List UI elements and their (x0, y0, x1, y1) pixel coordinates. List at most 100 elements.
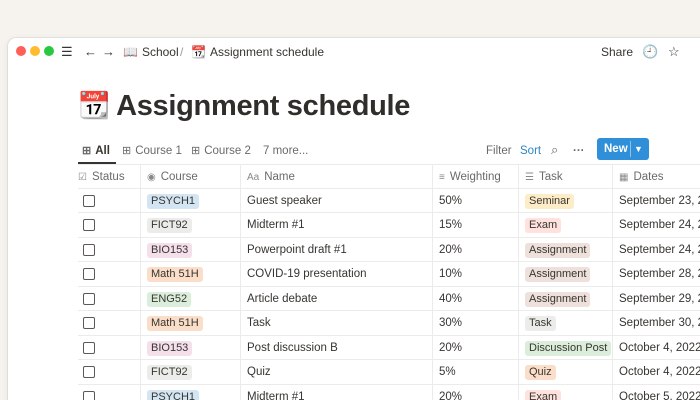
task-cell[interactable]: Exam (518, 384, 612, 400)
weighting-cell[interactable]: 20% (432, 237, 518, 261)
breadcrumb-page[interactable]: 📆 Assignment schedule (191, 44, 324, 60)
list-icon: ☰ (525, 172, 534, 183)
date-cell[interactable]: October 5, 2022 (612, 384, 700, 400)
favorite-star-icon[interactable]: ☆ (668, 44, 680, 60)
weighting-cell[interactable]: 20% (432, 335, 518, 359)
date-cell[interactable]: September 28, 2022 (612, 262, 700, 286)
status-checkbox[interactable] (83, 317, 95, 329)
name-cell[interactable]: Post discussion B (240, 335, 432, 359)
task-cell[interactable]: Assignment (518, 286, 612, 310)
name-cell[interactable]: Midterm #1 (240, 213, 432, 237)
task-cell[interactable]: Assignment (518, 237, 612, 261)
minimize-window-button[interactable] (30, 46, 40, 56)
search-icon[interactable]: ⌕ (551, 141, 558, 159)
status-checkbox[interactable] (83, 366, 95, 378)
status-cell (78, 238, 140, 262)
new-button[interactable]: New ▼ (597, 138, 649, 160)
date-cell[interactable]: September 24, 2022 (612, 213, 700, 237)
table-row[interactable]: Math 51HTask30%TaskSeptember 30, 2022 (78, 311, 700, 336)
column-header-dates[interactable]: ▦ Dates (612, 165, 700, 188)
maximize-window-button[interactable] (44, 46, 54, 56)
status-cell (78, 311, 140, 335)
course-cell[interactable]: ENG52 (140, 286, 240, 310)
table-row[interactable]: FICT92 Quiz 5% Quiz October 4, 2022 (78, 360, 700, 385)
weighting-cell[interactable]: 10% (432, 262, 518, 286)
status-checkbox[interactable] (83, 390, 95, 400)
weighting-cell[interactable]: 15% (432, 213, 518, 237)
tab-course-2[interactable]: ⊞ Course 2 (191, 142, 251, 160)
table-row[interactable]: PSYCH1 Midterm #1 20% Exam October 5, 2022 (78, 384, 700, 400)
name-cell[interactable]: Article debate (240, 286, 432, 310)
column-header-status[interactable]: ☑ Status (78, 165, 140, 188)
name-cell[interactable]: COVID-19 presentation (240, 262, 432, 286)
tab-course-1[interactable]: ⊞ Course 1 (122, 142, 182, 160)
date-cell[interactable]: October 4, 2022 (612, 360, 700, 384)
more-views-button[interactable]: 7 more... (263, 142, 308, 160)
column-header-task[interactable]: ☰ Task (518, 165, 612, 188)
course-cell[interactable]: BIO153 (140, 237, 240, 261)
name-cell[interactable]: Midterm #1 (240, 384, 432, 400)
status-checkbox[interactable] (83, 292, 95, 305)
table-row[interactable]: BIO153 Powerpoint draft #1 20% Assignment Se… (78, 237, 700, 262)
course-tag: Math 51H (147, 267, 203, 282)
course-cell[interactable]: FICT92 (140, 360, 240, 384)
task-cell[interactable]: Discussion Post (518, 335, 612, 359)
task-cell[interactable]: Assignment (518, 262, 612, 286)
name-cell[interactable]: Task (240, 311, 432, 335)
sort-button[interactable]: Sort (520, 142, 541, 160)
title-bar: ☰ ← → 📖 School / 📆 Assignment schedule Sha… (8, 38, 700, 66)
column-header-weighting[interactable]: ≡ Weighting (432, 165, 518, 188)
course-cell[interactable]: Math 51H (140, 311, 240, 335)
name-cell[interactable]: Quiz (240, 360, 432, 384)
breadcrumb-workspace[interactable]: 📖 School (123, 44, 179, 60)
status-checkbox[interactable] (83, 243, 95, 256)
chevron-down-icon[interactable]: ▼ (634, 141, 643, 157)
status-checkbox[interactable] (83, 219, 95, 231)
task-cell[interactable]: Seminar (518, 188, 612, 212)
weighting-cell[interactable]: 40% (432, 286, 518, 310)
breadcrumb-separator: / (180, 45, 184, 59)
name-cell[interactable]: Powerpoint draft #1 (240, 237, 432, 261)
table-row[interactable]: PSYCH1 Guest speaker 50% Seminar September 2… (78, 188, 700, 213)
column-header-name[interactable]: Aa Name (240, 165, 432, 188)
weighting-cell[interactable]: 50% (432, 188, 518, 212)
filter-button[interactable]: Filter (486, 142, 512, 160)
column-header-course[interactable]: ◉ Course (140, 165, 240, 188)
task-cell[interactable]: Task (518, 311, 612, 335)
course-cell[interactable]: PSYCH1 (140, 384, 240, 400)
status-checkbox[interactable] (83, 341, 95, 354)
course-cell[interactable]: Math 51H (140, 262, 240, 286)
history-clock-icon[interactable]: 🕘 (642, 44, 658, 60)
table-row[interactable]: FICT92 Midterm #115% Exam September 24, 202… (78, 213, 700, 238)
course-cell[interactable]: FICT92 (140, 213, 240, 237)
weighting-cell[interactable]: 20% (432, 384, 518, 400)
course-cell[interactable]: PSYCH1 (140, 188, 240, 212)
status-checkbox[interactable] (83, 268, 95, 280)
date-cell[interactable]: September 29, 2022 (612, 286, 700, 310)
task-cell[interactable]: Quiz (518, 360, 612, 384)
task-cell[interactable]: Exam (518, 213, 612, 237)
table-row[interactable]: BIO153 Post discussion B 20% Discussion Pos… (78, 335, 700, 360)
date-cell[interactable]: October 4, 2022 (612, 335, 700, 359)
back-arrow-icon[interactable]: ← (84, 44, 97, 60)
task-tag: Quiz (525, 365, 556, 380)
book-icon: 📖 (123, 45, 138, 59)
share-button[interactable]: Share (601, 44, 633, 60)
course-cell[interactable]: BIO153 (140, 335, 240, 359)
weighting-cell[interactable]: 30% (432, 311, 518, 335)
name-cell[interactable]: Guest speaker (240, 188, 432, 212)
status-checkbox[interactable] (83, 194, 95, 207)
tab-all[interactable]: ⊞ All (82, 142, 110, 160)
date-cell[interactable]: September 23, 2022 (612, 188, 700, 212)
weighting-cell[interactable]: 5% (432, 360, 518, 384)
more-options-button[interactable]: ··· (573, 142, 585, 160)
checkbox-icon: ☑ (78, 172, 87, 183)
date-cell[interactable]: September 30, 2022 (612, 311, 700, 335)
forward-arrow-icon[interactable]: → (102, 44, 115, 60)
table-row[interactable]: Math 51H COVID-19 presentation 10% Assignme… (78, 262, 700, 287)
table-row[interactable]: ENG52 Article debate 40% Assignment Septembe… (78, 286, 700, 311)
date-cell[interactable]: September 24, 2022 (612, 237, 700, 261)
status-cell (78, 189, 140, 213)
menu-icon[interactable]: ☰ (61, 44, 73, 60)
close-window-button[interactable] (16, 46, 26, 56)
